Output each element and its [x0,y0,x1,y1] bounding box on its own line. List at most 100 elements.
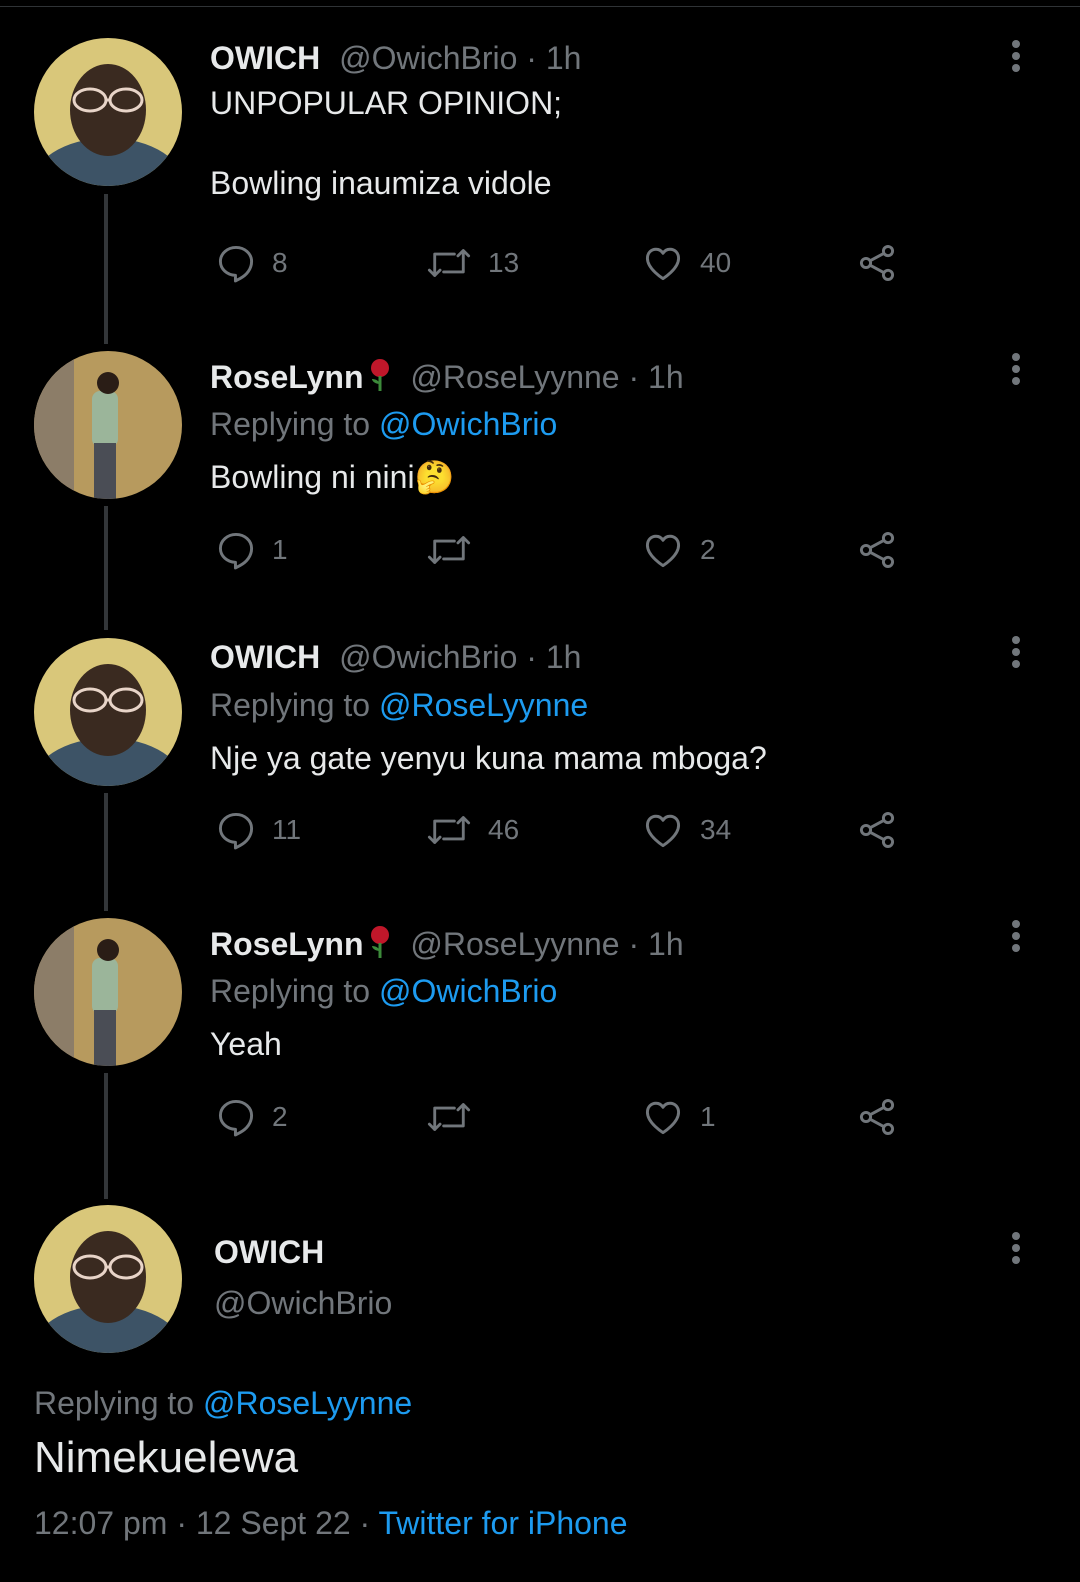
rose-emoji-icon [368,925,392,968]
reply-count: 2 [272,1101,288,1132]
retweet-icon [427,536,471,564]
retweet-icon [427,816,471,844]
retweet-button[interactable]: 13 [424,241,519,285]
display-name[interactable]: RoseLynn [210,359,364,395]
reply-icon [218,532,254,570]
share-icon [859,245,895,281]
mention-link[interactable]: @OwichBrio [379,406,557,442]
user-handle[interactable]: @OwichBrio [214,1285,392,1322]
tweet-date[interactable]: 12 Sept 22 [196,1505,351,1541]
share-button[interactable] [854,528,900,572]
tweet-text: Nimekuelewa [34,1433,299,1482]
tweet-text: UNPOPULAR OPINION; Bowling inaumiza vido… [210,85,563,201]
retweet-count: 13 [488,247,520,278]
tweet-actions: 2 1 [210,1095,910,1143]
display-name[interactable]: OWICH [210,639,320,675]
like-button[interactable]: 40 [640,241,731,285]
retweet-button[interactable] [424,528,488,572]
separator-dot: · [359,1505,371,1541]
retweet-button[interactable] [424,1095,488,1139]
share-button[interactable] [854,1095,900,1139]
share-button[interactable] [854,808,900,852]
replying-label: Replying to [210,973,371,1009]
user-handle[interactable]: @OwichBrio [339,40,517,76]
heart-icon [645,534,681,568]
heart-icon [645,247,681,281]
reply-button[interactable]: 11 [214,808,301,852]
reply-icon [218,1099,254,1137]
rose-emoji-icon [368,358,392,401]
timestamp[interactable]: 1h [648,926,684,962]
share-icon [859,812,895,848]
retweet-button[interactable]: 46 [424,808,519,852]
user-handle[interactable]: @RoseLyynne [410,926,619,962]
display-name[interactable]: RoseLynn [210,926,364,962]
share-button[interactable] [854,241,900,285]
replying-label: Replying to [210,406,371,442]
user-handle[interactable]: @OwichBrio [339,639,517,675]
tweet-header: OWICH @OwichBrio · 1h [210,637,581,677]
display-name[interactable]: OWICH [210,40,320,76]
separator-dot: · [526,639,537,675]
reply-button[interactable]: 1 [214,528,288,572]
replying-label: Replying to [210,687,371,723]
avatar[interactable] [34,918,182,1066]
tweet-header: RoseLynn @RoseLyynne · 1h [210,924,684,968]
separator-dot: · [176,1505,187,1541]
like-count: 40 [700,247,732,278]
user-handle[interactable]: @RoseLyynne [410,359,619,395]
like-count: 34 [700,814,732,845]
reply-count: 1 [272,534,288,565]
avatar[interactable] [34,638,182,786]
retweet-count: 46 [488,814,520,845]
tweet-actions: 1 2 [210,528,910,576]
display-name[interactable]: OWICH [214,1234,324,1271]
thread-line [104,506,108,630]
tweet-meta: 12:07 pm · 12 Sept 22 · Twitter for iPho… [34,1503,628,1543]
more-vertical-icon[interactable] [1008,36,1024,76]
mention-link[interactable]: @OwichBrio [379,973,557,1009]
more-vertical-icon[interactable] [1008,632,1024,672]
mention-link[interactable]: @RoseLyynne [379,687,588,723]
retweet-icon [427,249,471,277]
replying-label: Replying to [34,1385,195,1421]
avatar[interactable] [34,351,182,499]
thread-line [104,1073,108,1199]
more-vertical-icon[interactable] [1008,349,1024,389]
separator-dot: · [526,40,537,76]
more-vertical-icon[interactable] [1008,1228,1024,1268]
tweet-header: OWICH @OwichBrio · 1h [210,38,581,78]
reply-count: 11 [272,814,302,845]
separator-dot: · [628,359,640,395]
top-divider [0,6,1080,7]
like-button[interactable]: 34 [640,808,731,852]
replying-to: Replying to @RoseLyynne [34,1383,412,1423]
tweet-text: Bowling ni nini🤔 [210,459,455,495]
separator-dot: · [628,926,640,962]
avatar[interactable] [34,38,182,186]
reply-icon [218,245,254,283]
reply-count: 8 [272,247,288,278]
tweet-text: Yeah [210,1026,282,1062]
more-vertical-icon[interactable] [1008,916,1024,956]
tweet-text: Nje ya gate yenyu kuna mama mboga? [210,740,767,776]
timestamp[interactable]: 1h [648,359,684,395]
tweet-source[interactable]: Twitter for iPhone [379,1505,628,1541]
tweet-header: RoseLynn @RoseLyynne · 1h [210,357,684,401]
tweet-time[interactable]: 12:07 pm [34,1505,167,1541]
replying-to: Replying to @OwichBrio [210,971,557,1011]
reply-button[interactable]: 8 [214,241,288,285]
heart-icon [645,814,681,848]
mention-link[interactable]: @RoseLyynne [203,1385,412,1421]
timestamp[interactable]: 1h [546,40,582,76]
like-button[interactable]: 2 [640,528,716,572]
tweet-actions: 11 46 34 [210,808,910,856]
avatar[interactable] [34,1205,182,1353]
like-button[interactable]: 1 [640,1095,716,1139]
replying-to: Replying to @RoseLyynne [210,685,588,725]
share-icon [859,532,895,568]
timestamp[interactable]: 1h [546,639,582,675]
retweet-icon [427,1103,471,1131]
reply-button[interactable]: 2 [214,1095,288,1139]
thread-line [104,793,108,911]
